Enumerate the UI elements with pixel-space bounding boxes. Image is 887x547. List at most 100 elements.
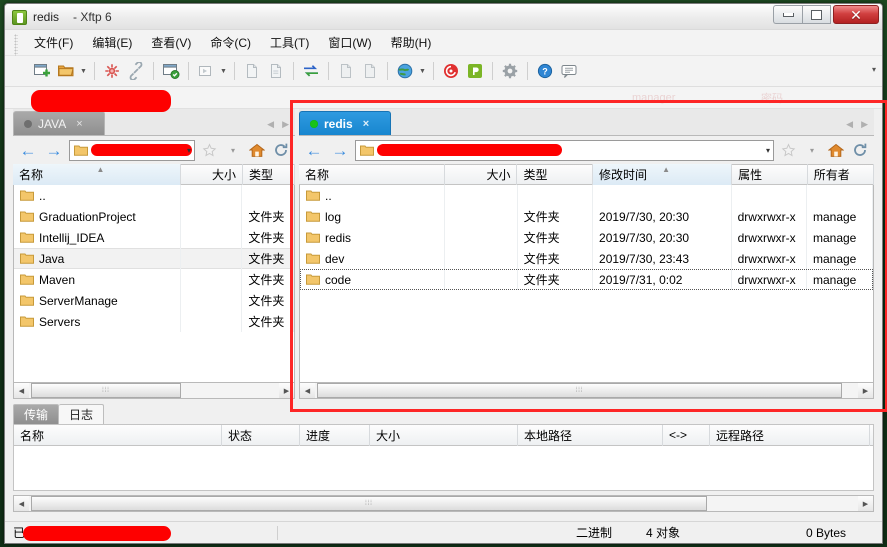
remote-forward-button[interactable]: →: [329, 142, 351, 159]
settings-gear-icon[interactable]: [499, 60, 521, 82]
menu-window[interactable]: 窗口(W): [319, 31, 380, 54]
remote-scroll-track[interactable]: ⦙⦙⦙: [315, 383, 858, 398]
remote-home-button[interactable]: [826, 140, 846, 160]
remote-tab-close-icon[interactable]: ×: [363, 118, 369, 130]
sync-browse-icon[interactable]: [160, 60, 182, 82]
table-row[interactable]: ..: [300, 185, 873, 206]
feedback-icon[interactable]: [558, 60, 580, 82]
xcol-remote-path[interactable]: 远程路径: [710, 425, 870, 446]
local-tab-java[interactable]: JAVA ×: [13, 111, 105, 135]
menu-file[interactable]: 文件(F): [25, 31, 82, 54]
local-scroll-left-button[interactable]: ◀: [14, 383, 29, 398]
paste-file-icon[interactable]: [265, 60, 287, 82]
remote-col-name[interactable]: 名称: [299, 164, 445, 185]
remote-col-type[interactable]: 类型: [517, 164, 593, 185]
transfer-list[interactable]: [13, 446, 874, 491]
table-row[interactable]: Maven文件夹: [14, 269, 294, 290]
globe-icon[interactable]: [394, 60, 416, 82]
table-row[interactable]: GraduationProject文件夹: [14, 206, 294, 227]
xcol-direction[interactable]: <->: [663, 425, 710, 446]
menu-tools[interactable]: 工具(T): [261, 31, 318, 54]
local-forward-button[interactable]: →: [43, 142, 65, 159]
remote-scroll-left-button[interactable]: ◀: [300, 383, 315, 398]
table-row[interactable]: Java文件夹: [14, 248, 294, 269]
remote-scroll-right-button[interactable]: ▶: [858, 383, 873, 398]
local-bookmark-button[interactable]: [199, 140, 219, 160]
local-refresh-button[interactable]: [271, 140, 291, 160]
local-file-list[interactable]: ..GraduationProject文件夹Intellij_IDEA文件夹Ja…: [13, 185, 295, 382]
transfer-scroll-left-button[interactable]: ◀: [14, 496, 29, 511]
toolbar-overflow-button[interactable]: ▾: [872, 65, 876, 74]
open-folder-caret[interactable]: ▼: [79, 60, 88, 82]
xcol-name[interactable]: 名称: [14, 425, 222, 446]
menu-edit[interactable]: 编辑(E): [83, 31, 141, 54]
remote-col-modified[interactable]: 修改时间▲: [593, 164, 732, 185]
globe-caret[interactable]: ▼: [418, 60, 427, 82]
local-tab-close-icon[interactable]: ×: [76, 118, 82, 130]
transfer-scroll-track[interactable]: ⦙⦙⦙: [29, 496, 858, 511]
table-row[interactable]: Servers文件夹: [14, 311, 294, 332]
xftp-green-icon[interactable]: [464, 60, 486, 82]
menu-help[interactable]: 帮助(H): [382, 31, 441, 54]
help-icon[interactable]: ?: [534, 60, 556, 82]
table-row[interactable]: log文件夹2019/7/30, 20:30drwxrwxr-xmanage: [300, 206, 873, 227]
xcol-status[interactable]: 状态: [222, 425, 300, 446]
remote-bookmark-caret[interactable]: ▾: [802, 140, 822, 160]
local-tab-scroll-right-icon[interactable]: ▶: [282, 119, 289, 130]
remote-path-dropdown-icon[interactable]: ▾: [766, 146, 770, 155]
xcol-progress[interactable]: 进度: [300, 425, 370, 446]
xshell-icon[interactable]: [440, 60, 462, 82]
maximize-button[interactable]: [802, 5, 831, 24]
remote-path-input[interactable]: ▾: [355, 140, 774, 161]
transfer-mode-caret[interactable]: ▼: [219, 60, 228, 82]
reconnect-icon[interactable]: [125, 60, 147, 82]
xcol-local-path[interactable]: 本地路径: [518, 425, 663, 446]
local-scroll-right-button[interactable]: ▶: [279, 383, 294, 398]
local-tab-scroll-left-icon[interactable]: ◀: [267, 119, 274, 130]
table-row[interactable]: ServerManage文件夹: [14, 290, 294, 311]
local-bookmark-caret[interactable]: ▾: [223, 140, 243, 160]
local-back-button[interactable]: ←: [17, 142, 39, 159]
tab-log[interactable]: 日志: [59, 404, 104, 424]
local-path-dropdown-icon[interactable]: ▾: [187, 146, 191, 155]
table-row[interactable]: dev文件夹2019/7/30, 23:43drwxrwxr-xmanage: [300, 248, 873, 269]
remote-scroll-thumb[interactable]: ⦙⦙⦙: [317, 383, 842, 398]
remote-tab-scroll-right-icon[interactable]: ▶: [861, 119, 868, 130]
copy-file-icon[interactable]: [241, 60, 263, 82]
local-col-name[interactable]: 名称 ▲: [13, 164, 181, 185]
transfer-horizontal-scrollbar[interactable]: ◀ ⦙⦙⦙ ▶: [13, 495, 874, 512]
new-session-icon[interactable]: [31, 60, 53, 82]
xcol-size[interactable]: 大小: [370, 425, 518, 446]
transfer-scroll-right-button[interactable]: ▶: [858, 496, 873, 511]
remote-refresh-button[interactable]: [850, 140, 870, 160]
remote-bookmark-button[interactable]: [778, 140, 798, 160]
remote-horizontal-scrollbar[interactable]: ◀ ⦙⦙⦙ ▶: [299, 382, 874, 399]
open-folder-icon[interactable]: [55, 60, 77, 82]
remote-tab-scroll-left-icon[interactable]: ◀: [846, 119, 853, 130]
tab-transfer[interactable]: 传输: [13, 404, 59, 424]
remote-file-list[interactable]: ..log文件夹2019/7/30, 20:30drwxrwxr-xmanage…: [299, 185, 874, 382]
local-home-button[interactable]: [247, 140, 267, 160]
local-scroll-track[interactable]: ⦙⦙⦙: [29, 383, 279, 398]
table-row[interactable]: Intellij_IDEA文件夹: [14, 227, 294, 248]
local-col-type[interactable]: 类型: [243, 164, 295, 185]
transfer-scroll-thumb[interactable]: ⦙⦙⦙: [31, 496, 707, 511]
close-button[interactable]: ✕: [833, 5, 879, 24]
menu-view[interactable]: 查看(V): [142, 31, 200, 54]
local-horizontal-scrollbar[interactable]: ◀ ⦙⦙⦙ ▶: [13, 382, 295, 399]
local-scroll-thumb[interactable]: ⦙⦙⦙: [31, 383, 181, 398]
table-row[interactable]: redis文件夹2019/7/30, 20:30drwxrwxr-xmanage: [300, 227, 873, 248]
local-path-input[interactable]: ▾: [69, 140, 195, 161]
transfer-mode-icon[interactable]: [195, 60, 217, 82]
table-row[interactable]: code文件夹2019/7/31, 0:02drwxrwxr-xmanage: [300, 269, 873, 290]
view-file-icon[interactable]: [359, 60, 381, 82]
transfer-arrows-icon[interactable]: [300, 60, 322, 82]
remote-back-button[interactable]: ←: [303, 142, 325, 159]
disconnect-icon[interactable]: [101, 60, 123, 82]
edit-file-icon[interactable]: [335, 60, 357, 82]
remote-col-owner[interactable]: 所有者: [808, 164, 874, 185]
remote-col-attributes[interactable]: 属性: [732, 164, 808, 185]
minimize-button[interactable]: [773, 5, 802, 24]
local-col-size[interactable]: 大小: [181, 164, 243, 185]
table-row[interactable]: ..: [14, 185, 294, 206]
